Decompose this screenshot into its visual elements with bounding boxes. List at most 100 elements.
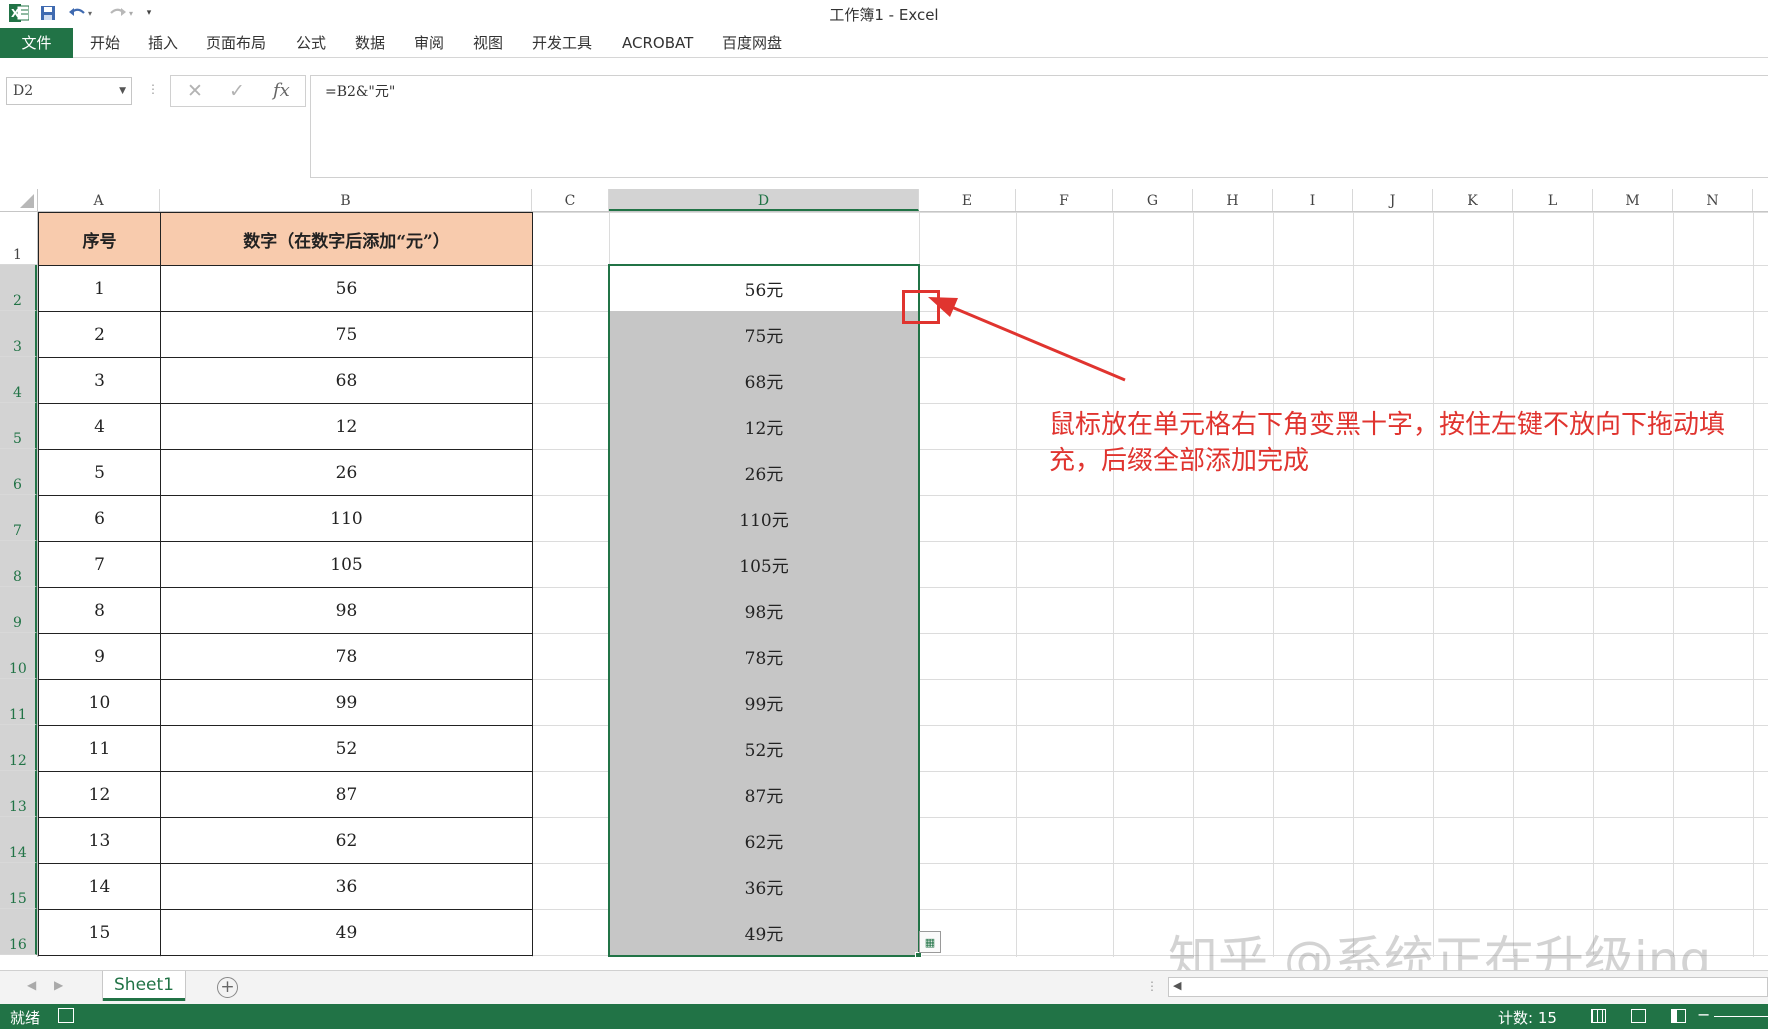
column-header-h[interactable]: H — [1193, 189, 1273, 211]
zoom-slider[interactable] — [1714, 1016, 1768, 1017]
row-header[interactable]: 8 — [0, 541, 37, 587]
sheet-tab-sheet1[interactable]: Sheet1 — [103, 971, 185, 1001]
chevron-down-icon[interactable]: ▾ — [142, 3, 156, 23]
row-header[interactable]: 4 — [0, 357, 37, 403]
cell-b[interactable]: 12 — [160, 403, 533, 450]
row-header[interactable]: 7 — [0, 495, 37, 541]
cell-b[interactable]: 78 — [160, 633, 533, 680]
cell-b[interactable]: 110 — [160, 495, 533, 542]
cell-d[interactable]: 68元 — [609, 357, 919, 403]
tab-data[interactable]: 数据 — [355, 31, 385, 55]
plus-circle-icon[interactable]: + — [217, 977, 238, 998]
save-icon[interactable] — [38, 3, 58, 23]
page-layout-view-icon[interactable] — [1631, 1009, 1646, 1023]
cell-a[interactable]: 7 — [38, 541, 161, 588]
cell-d[interactable]: 87元 — [609, 771, 919, 817]
cancel-icon[interactable]: ✕ — [187, 80, 203, 102]
cell-d[interactable]: 98元 — [609, 587, 919, 633]
redo-icon[interactable]: ▾ — [106, 3, 136, 23]
cell-d[interactable]: 110元 — [609, 495, 919, 541]
cell-b[interactable]: 99 — [160, 679, 533, 726]
column-header-g[interactable]: G — [1113, 189, 1193, 211]
column-header-k[interactable]: K — [1433, 189, 1513, 211]
normal-view-icon[interactable] — [1591, 1009, 1606, 1023]
cell-a[interactable]: 5 — [38, 449, 161, 496]
column-header-n[interactable]: N — [1673, 189, 1753, 211]
cell-b[interactable]: 56 — [160, 265, 533, 312]
page-break-view-icon[interactable] — [1671, 1009, 1686, 1023]
column-header-f[interactable]: F — [1016, 189, 1113, 211]
row-header[interactable]: 15 — [0, 863, 37, 909]
row-header[interactable]: 1 — [0, 212, 37, 265]
horizontal-scrollbar[interactable]: ◀ — [1168, 977, 1768, 997]
macro-record-icon[interactable] — [58, 1008, 74, 1023]
cell-a[interactable]: 1 — [38, 265, 161, 312]
cell-a[interactable]: 12 — [38, 771, 161, 818]
enter-icon[interactable]: ✓ — [229, 80, 245, 102]
tab-view[interactable]: 视图 — [473, 31, 503, 55]
chevron-down-icon[interactable]: ▼ — [119, 78, 126, 104]
header-cell-a1[interactable]: 序号 — [38, 212, 161, 266]
cell-a[interactable]: 15 — [38, 909, 161, 956]
cell-b[interactable]: 75 — [160, 311, 533, 358]
row-header[interactable]: 12 — [0, 725, 37, 771]
auto-fill-options-icon[interactable]: ▦ — [919, 931, 941, 953]
column-header-c[interactable]: C — [532, 189, 609, 211]
tab-home[interactable]: 开始 — [90, 31, 120, 55]
column-header-i[interactable]: I — [1273, 189, 1353, 211]
row-header[interactable]: 16 — [0, 909, 37, 955]
cell-a[interactable]: 14 — [38, 863, 161, 910]
scroll-right-icon[interactable]: ▶ — [54, 978, 63, 992]
select-all-button[interactable] — [0, 189, 38, 211]
row-header[interactable]: 3 — [0, 311, 37, 357]
row-header[interactable]: 13 — [0, 771, 37, 817]
row-header[interactable]: 6 — [0, 449, 37, 495]
cell-d[interactable]: 105元 — [609, 541, 919, 587]
cell-a[interactable]: 4 — [38, 403, 161, 450]
formula-input[interactable]: =B2&"元" — [310, 75, 1768, 178]
cell-a[interactable]: 13 — [38, 817, 161, 864]
name-box[interactable]: D2 ▼ — [6, 77, 132, 105]
column-header-d[interactable]: D — [609, 189, 919, 211]
column-header-j[interactable]: J — [1353, 189, 1433, 211]
split-grip-icon[interactable]: ⋮ — [1146, 979, 1158, 993]
cell-b[interactable]: 98 — [160, 587, 533, 634]
tab-file[interactable]: 文件 — [0, 28, 73, 58]
tab-acrobat[interactable]: ACROBAT — [622, 31, 693, 55]
insert-function-icon[interactable]: fx — [273, 80, 290, 101]
tab-formulas[interactable]: 公式 — [296, 31, 326, 55]
cell-b[interactable]: 87 — [160, 771, 533, 818]
column-header-e[interactable]: E — [919, 189, 1016, 211]
cell-d[interactable]: 52元 — [609, 725, 919, 771]
cell-a[interactable]: 3 — [38, 357, 161, 404]
zoom-out-button[interactable]: − — [1697, 1005, 1710, 1024]
cell-a[interactable]: 9 — [38, 633, 161, 680]
cell-d[interactable]: 99元 — [609, 679, 919, 725]
column-header-m[interactable]: M — [1593, 189, 1673, 211]
scroll-left-icon[interactable]: ◀ — [1173, 979, 1181, 992]
formula-bar-grip-icon[interactable]: ⋮ — [147, 82, 159, 96]
cell-a[interactable]: 6 — [38, 495, 161, 542]
cell-d[interactable]: 12元 — [609, 403, 919, 449]
header-cell-b1[interactable]: 数字（在数字后添加“元”） — [160, 212, 533, 266]
cell-d[interactable]: 36元 — [609, 863, 919, 909]
column-header-b[interactable]: B — [160, 189, 532, 211]
cell-d[interactable]: 75元 — [609, 311, 919, 357]
column-header-l[interactable]: L — [1513, 189, 1593, 211]
cell-a[interactable]: 11 — [38, 725, 161, 772]
cell-d[interactable]: 78元 — [609, 633, 919, 679]
cell-d[interactable]: 49元 — [609, 909, 919, 955]
tab-developer[interactable]: 开发工具 — [532, 31, 592, 55]
cell-b[interactable]: 62 — [160, 817, 533, 864]
row-header[interactable]: 11 — [0, 679, 37, 725]
cell-d[interactable]: 56元 — [609, 265, 919, 311]
row-header[interactable]: 2 — [0, 265, 37, 311]
row-header[interactable]: 10 — [0, 633, 37, 679]
tab-page-layout[interactable]: 页面布局 — [206, 31, 266, 55]
cell-a[interactable]: 2 — [38, 311, 161, 358]
cell-b[interactable]: 68 — [160, 357, 533, 404]
undo-icon[interactable]: ▾ — [66, 3, 94, 23]
cell-a[interactable]: 8 — [38, 587, 161, 634]
cell-b[interactable]: 26 — [160, 449, 533, 496]
cell-b[interactable]: 36 — [160, 863, 533, 910]
